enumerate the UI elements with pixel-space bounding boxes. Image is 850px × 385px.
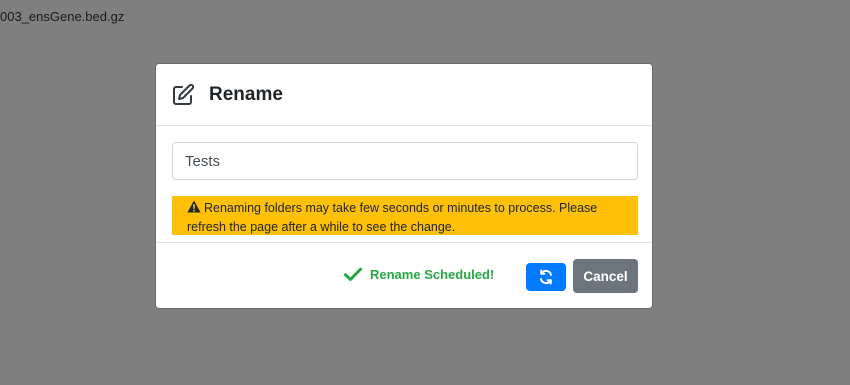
warning-triangle-icon xyxy=(187,200,201,213)
background-filename: 003_ensGene.bed.gz xyxy=(0,9,125,24)
modal-footer: Rename Scheduled! Cancel xyxy=(156,242,652,308)
refresh-button[interactable] xyxy=(526,263,566,291)
cancel-button[interactable]: Cancel xyxy=(573,259,638,293)
status-text: Rename Scheduled! xyxy=(370,267,495,282)
modal-title: Rename xyxy=(209,83,283,105)
edit-icon xyxy=(171,83,195,107)
rename-modal: Rename Renaming folders may take few sec… xyxy=(155,63,653,309)
check-icon xyxy=(344,267,362,282)
modal-header: Rename xyxy=(156,64,652,126)
warning-alert: Renaming folders may take few seconds or… xyxy=(172,196,638,235)
warning-text: Renaming folders may take few seconds or… xyxy=(187,201,598,234)
rename-status: Rename Scheduled! xyxy=(344,267,494,282)
sync-icon xyxy=(538,269,554,285)
modal-body: Renaming folders may take few seconds or… xyxy=(156,126,652,235)
rename-input[interactable] xyxy=(172,142,638,180)
